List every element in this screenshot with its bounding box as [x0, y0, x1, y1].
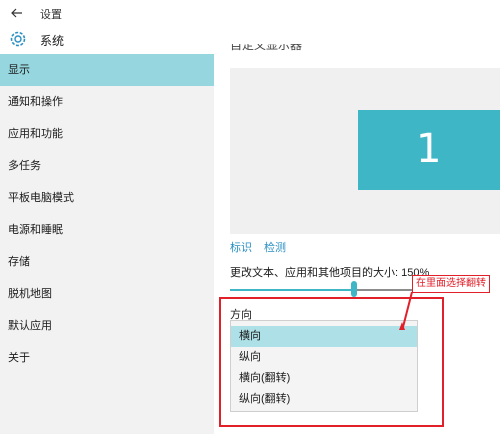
annotation-arrow-icon [399, 291, 413, 330]
annotation-callout: 在里面选择翻转 [412, 275, 490, 293]
